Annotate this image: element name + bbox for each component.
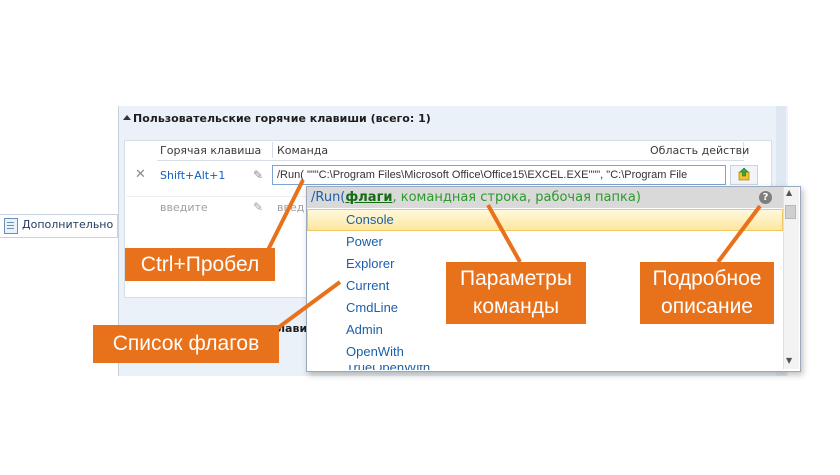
callout-line: Подробное — [652, 267, 762, 290]
callout-line: описание — [661, 295, 753, 318]
callout-ctrl-space: Ctrl+Пробел — [125, 248, 275, 281]
callout-line: Параметры — [460, 267, 572, 290]
callout-line: команды — [472, 295, 560, 318]
callout-command-params: Параметры команды — [446, 262, 586, 324]
callout-flag-list: Список флагов — [93, 325, 279, 363]
callout-description: Подробное описание — [640, 262, 774, 324]
callout-connectors — [266, 179, 762, 332]
